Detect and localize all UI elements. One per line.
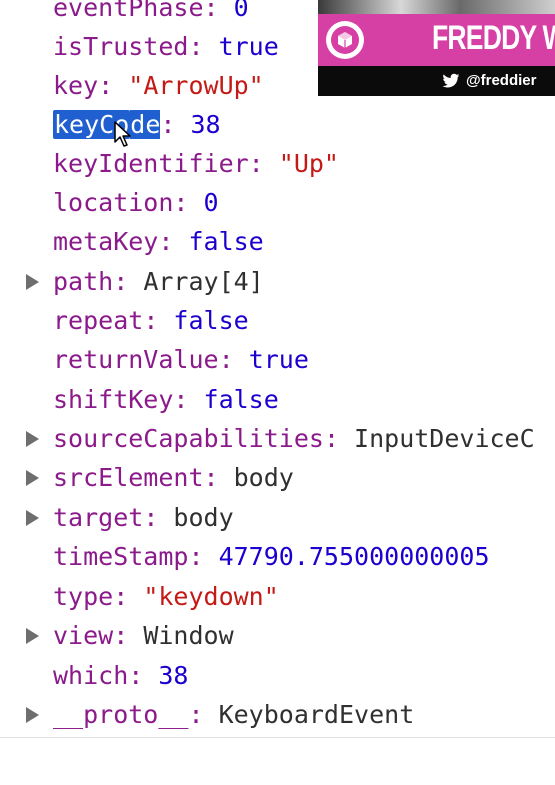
property-key: timeStamp xyxy=(53,542,189,571)
property-key: target xyxy=(53,503,144,532)
property-value: KeyboardEvent xyxy=(218,700,415,729)
expand-triangle-icon[interactable] xyxy=(26,510,39,526)
mouse-pointer-icon xyxy=(114,121,131,147)
property-value: body xyxy=(173,503,234,532)
property-key: type xyxy=(53,582,114,611)
property-key: path xyxy=(53,267,114,296)
property-value: false xyxy=(188,227,264,256)
property-value: false xyxy=(173,306,249,335)
presenter-name: FREDDY W xyxy=(432,19,555,57)
property-key: keyIdentifier xyxy=(53,149,249,178)
property-value: false xyxy=(203,385,279,414)
presenter-photo xyxy=(318,0,555,14)
console-divider xyxy=(0,737,555,738)
property-value: 38 xyxy=(158,661,189,690)
property-key: key xyxy=(53,71,99,100)
property-value: InputDeviceC xyxy=(354,424,535,453)
expand-triangle-icon[interactable] xyxy=(26,431,39,447)
presenter-overlay: FREDDY W @freddier xyxy=(318,0,555,96)
property-key: isTrusted xyxy=(53,32,189,61)
property-value: 47790.755000000005 xyxy=(218,542,490,571)
expand-triangle-icon[interactable] xyxy=(26,274,39,290)
property-value: true xyxy=(218,32,279,61)
property-key: eventPhase xyxy=(53,0,204,22)
property-key: srcElement xyxy=(53,463,204,492)
cube-icon xyxy=(338,32,352,48)
property-value: true xyxy=(248,345,309,374)
presenter-handle: @freddier xyxy=(466,72,537,89)
property-key: shiftKey xyxy=(53,385,174,414)
property-key: sourceCapabilities xyxy=(53,424,324,453)
presenter-name-band: FREDDY W xyxy=(318,14,555,66)
expand-triangle-icon[interactable] xyxy=(26,707,39,723)
property-value: 0 xyxy=(233,0,249,22)
brand-logo-icon xyxy=(326,21,364,59)
expand-triangle-icon[interactable] xyxy=(26,470,39,486)
property-key: which xyxy=(53,661,129,690)
property-value: 0 xyxy=(203,188,219,217)
property-value: Window xyxy=(143,621,234,650)
property-value: Array[4] xyxy=(143,267,264,296)
property-key: repeat xyxy=(53,306,144,335)
property-key: metaKey xyxy=(53,227,159,256)
expand-triangle-icon[interactable] xyxy=(26,628,39,644)
property-key: view xyxy=(53,621,114,650)
property-value: "Up" xyxy=(278,149,339,178)
property-value: "keydown" xyxy=(143,582,279,611)
twitter-bird-icon xyxy=(442,73,460,88)
property-value: body xyxy=(233,463,294,492)
property-value: 38 xyxy=(190,110,221,139)
property-key: de xyxy=(130,110,161,139)
property-key: location xyxy=(53,188,174,217)
property-key: __proto__ xyxy=(53,700,189,729)
property-key: returnValue xyxy=(53,345,219,374)
property-value: "ArrowUp" xyxy=(128,71,264,100)
